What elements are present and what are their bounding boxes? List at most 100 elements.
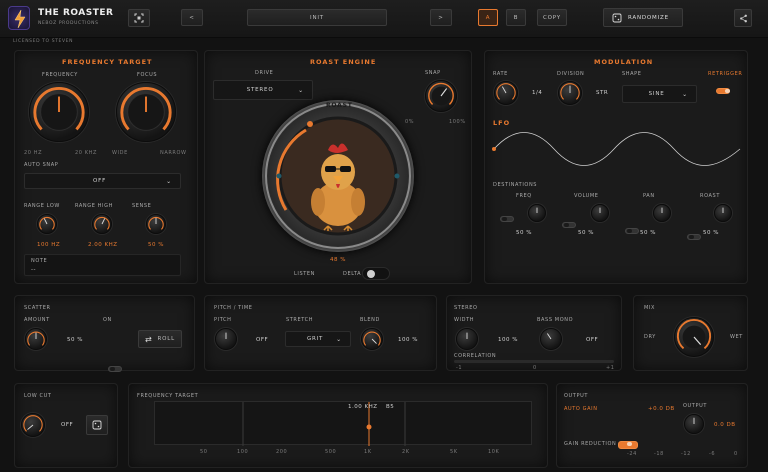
- gr-tick-6: -6: [709, 451, 716, 457]
- dest-pan-knob[interactable]: [653, 204, 671, 222]
- freq-tick-1k: 1K: [364, 449, 372, 455]
- randomize-button[interactable]: RANDOMIZE: [603, 8, 683, 27]
- pitch-knob[interactable]: [215, 328, 237, 350]
- dest-freq-label: FREQ: [516, 193, 532, 199]
- roast-amount-value: 48 %: [330, 257, 346, 263]
- vendor-name: NEBOZ PRODUCTIONS: [38, 21, 99, 26]
- mix-title: MIX: [644, 305, 656, 311]
- stretch-label: STRETCH: [286, 317, 314, 323]
- auto-snap-label: AUTO SNAP: [24, 162, 59, 168]
- focus-label: FOCUS: [137, 72, 158, 78]
- sense-label: SENSE: [132, 203, 152, 209]
- ab-a-button[interactable]: A: [478, 9, 498, 26]
- auto-gain-toggle[interactable]: [618, 441, 638, 449]
- pitch-label: PITCH: [214, 317, 232, 323]
- destinations-label: DESTINATIONS: [493, 182, 538, 188]
- gr-tick-18: -18: [654, 451, 664, 457]
- copy-button[interactable]: COPY: [537, 9, 567, 26]
- retrigger-label: RETRIGGER: [708, 71, 743, 77]
- snap-max-label: 100%: [449, 119, 466, 125]
- focus-min-label: WIDE: [112, 150, 128, 156]
- shape-value: SINE: [648, 91, 665, 97]
- dest-volume-knob[interactable]: [591, 204, 609, 222]
- freq-display-graph[interactable]: 1.00 KHZ B5: [154, 401, 532, 446]
- dest-roast-knob[interactable]: [714, 204, 732, 222]
- share-icon: [739, 14, 747, 22]
- dest-pan-label: PAN: [643, 193, 655, 199]
- mix-wet-label: WET: [730, 334, 743, 340]
- dest-volume-toggle[interactable]: [562, 222, 576, 228]
- focus-knob[interactable]: [116, 82, 176, 142]
- prev-preset-button[interactable]: <: [181, 9, 203, 26]
- scatter-amount-label: AMOUNT: [24, 317, 50, 323]
- blend-value: 100 %: [398, 337, 418, 343]
- range-low-knob[interactable]: [37, 214, 57, 234]
- mix-dry-label: DRY: [644, 334, 656, 340]
- auto-snap-dropdown[interactable]: OFF ⌄: [24, 173, 181, 189]
- scatter-title: SCATTER: [24, 305, 51, 311]
- division-knob[interactable]: [558, 81, 582, 105]
- roll-button[interactable]: ⇄ ROLL: [138, 330, 182, 348]
- range-low-value: 100 HZ: [37, 242, 61, 248]
- note-value: --: [31, 267, 36, 273]
- freq-max-label: 20 KHZ: [75, 150, 98, 156]
- sense-knob[interactable]: [146, 214, 166, 234]
- drive-value: STEREO: [246, 87, 274, 93]
- randomize-label: RANDOMIZE: [628, 14, 669, 21]
- drive-dropdown[interactable]: STEREO ⌄: [213, 80, 313, 100]
- range-high-label: RANGE HIGH: [75, 203, 113, 209]
- frame-icon: [134, 13, 144, 23]
- scatter-amount-knob[interactable]: [25, 328, 47, 350]
- blend-knob[interactable]: [361, 328, 383, 350]
- roast-engine-title: ROAST ENGINE: [310, 58, 377, 66]
- low-cut-title: LOW CUT: [24, 393, 52, 399]
- corr-mid-label: 0: [533, 365, 537, 371]
- range-high-knob[interactable]: [92, 214, 112, 234]
- screenshot-button[interactable]: [128, 9, 150, 27]
- freq-tick-10k: 10K: [488, 449, 500, 455]
- shape-dropdown[interactable]: SINE ⌄: [622, 85, 697, 103]
- gr-tick-0: 0: [734, 451, 738, 457]
- output-knob[interactable]: [684, 414, 704, 434]
- preset-name-field[interactable]: INIT: [247, 9, 387, 26]
- stereo-title: STEREO: [454, 305, 478, 311]
- bass-mono-knob[interactable]: [540, 328, 562, 350]
- ab-b-button[interactable]: B: [506, 9, 526, 26]
- snap-knob[interactable]: [425, 80, 457, 112]
- frequency-label: FREQUENCY: [42, 72, 78, 78]
- shape-label: SHAPE: [622, 71, 642, 77]
- dest-freq-toggle[interactable]: [500, 216, 514, 222]
- mix-knob[interactable]: [674, 317, 714, 357]
- correlation-label: CORRELATION: [454, 353, 497, 359]
- share-button[interactable]: [734, 9, 752, 27]
- width-knob[interactable]: [456, 328, 478, 350]
- dest-roast-toggle[interactable]: [687, 234, 701, 240]
- rate-knob[interactable]: [494, 81, 518, 105]
- retrigger-toggle[interactable]: [716, 88, 730, 94]
- dest-pan-toggle[interactable]: [625, 228, 639, 234]
- low-cut-randomize-button[interactable]: [86, 415, 108, 435]
- auto-gain-value: +0.0 DB: [648, 406, 675, 412]
- gain-reduction-label: GAIN REDUCTION: [564, 441, 617, 447]
- frequency-knob[interactable]: [29, 82, 89, 142]
- delta-toggle[interactable]: [362, 267, 390, 280]
- next-preset-button[interactable]: >: [430, 9, 452, 26]
- roast-dial[interactable]: ROAST: [262, 100, 414, 252]
- range-high-value: 2.00 KHZ: [88, 242, 118, 248]
- note-box: NOTE --: [24, 254, 181, 276]
- stretch-dropdown[interactable]: GRIT ⌄: [285, 331, 351, 347]
- frequency-target-title: FREQUENCY TARGET: [62, 58, 153, 66]
- dest-freq-knob[interactable]: [528, 204, 546, 222]
- output-title: OUTPUT: [564, 393, 588, 399]
- scatter-amount-value: 50 %: [67, 337, 83, 343]
- str-value: STR: [596, 90, 609, 96]
- app-title: THE ROASTER: [38, 8, 114, 18]
- scatter-on-label: ON: [103, 317, 112, 323]
- scatter-on-toggle[interactable]: [108, 366, 122, 372]
- low-cut-knob[interactable]: [21, 413, 45, 437]
- sense-value: 50 %: [148, 242, 164, 248]
- lfo-display: [492, 125, 742, 175]
- corr-min-label: -1: [456, 365, 463, 371]
- delta-label: DELTA: [343, 271, 362, 277]
- dice-icon: [92, 420, 102, 430]
